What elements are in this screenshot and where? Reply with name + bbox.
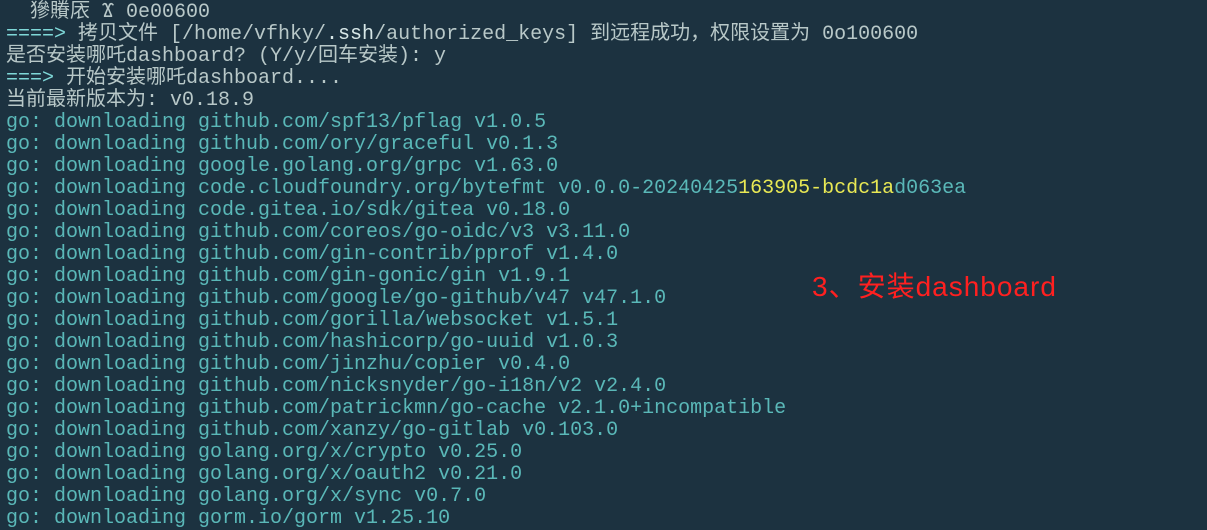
terminal-line: go: downloading github.com/ory/graceful … <box>6 134 1201 156</box>
annotation-label: 3、安装dashboard <box>812 272 1057 303</box>
terminal-text-segment: 当前最新版本为: v0.18.9 <box>6 89 254 112</box>
terminal-text-segment: go: downloading code.cloudfoundry.org/by… <box>6 177 738 200</box>
terminal-text-segment: go: downloading google.golang.org/grpc v… <box>6 155 558 178</box>
terminal-text-segment: go: downloading github.com/gorilla/webso… <box>6 309 618 332</box>
terminal-text-segment: go: downloading github.com/ory/graceful … <box>6 133 558 156</box>
terminal-line: ====> 拷贝文件 [/home/vfhky/.ssh/authorized_… <box>6 24 1201 46</box>
terminal-text-segment: go: downloading golang.org/x/sync v0.7.0 <box>6 485 486 508</box>
terminal-line: go: downloading code.cloudfoundry.org/by… <box>6 178 1201 200</box>
terminal-text-segment: ===> <box>6 67 66 90</box>
terminal-line: go: downloading code.gitea.io/sdk/gitea … <box>6 200 1201 222</box>
terminal-text-segment: go: downloading github.com/spf13/pflag v… <box>6 111 546 134</box>
terminal-line: go: downloading github.com/patrickmn/go-… <box>6 398 1201 420</box>
terminal-line: go: downloading github.com/nicksnyder/go… <box>6 376 1201 398</box>
terminal-text-segment: ====> <box>6 23 78 46</box>
terminal-text-segment: 开始安装哪吒dashboard.... <box>66 67 342 90</box>
terminal-text-segment: go: downloading github.com/xanzy/go-gitl… <box>6 419 618 442</box>
terminal-text-segment: go: downloading github.com/google/go-git… <box>6 287 666 310</box>
terminal-line: go: downloading github.com/hashicorp/go-… <box>6 332 1201 354</box>
terminal-text-segment: 是否安装哪吒dashboard? (Y/y/回车安装): y <box>6 45 446 68</box>
terminal-text-segment: go: downloading github.com/coreos/go-oid… <box>6 221 630 244</box>
terminal-text-segment: go: downloading github.com/hashicorp/go-… <box>6 331 618 354</box>
terminal-text-segment: d063ea <box>894 177 966 200</box>
terminal-text-segment <box>6 1 30 24</box>
terminal-text-segment: go: downloading golang.org/x/oauth2 v0.2… <box>6 463 522 486</box>
terminal-line: go: downloading golang.org/x/sync v0.7.0 <box>6 486 1201 508</box>
terminal-line: 当前最新版本为: v0.18.9 <box>6 90 1201 112</box>
terminal-text-segment: go: downloading github.com/gin-gonic/gin… <box>6 265 570 288</box>
terminal-text-segment: go: downloading github.com/jinzhu/copier… <box>6 353 570 376</box>
terminal-line: go: downloading github.com/xanzy/go-gitl… <box>6 420 1201 442</box>
terminal-line: go: downloading github.com/gin-contrib/p… <box>6 244 1201 266</box>
terminal-line: go: downloading gorm.io/gorm v1.25.10 <box>6 508 1201 530</box>
terminal-text-segment: 㺑䞉㕈 Ϫ 0e00600 <box>30 1 210 24</box>
terminal-line: go: downloading github.com/gorilla/webso… <box>6 310 1201 332</box>
terminal-text-segment: go: downloading code.gitea.io/sdk/gitea … <box>6 199 570 222</box>
terminal-line: go: downloading google.golang.org/grpc v… <box>6 156 1201 178</box>
terminal-line: 是否安装哪吒dashboard? (Y/y/回车安装): y <box>6 46 1201 68</box>
terminal-output: 㺑䞉㕈 Ϫ 0e00600====> 拷贝文件 [/home/vfhky/.ss… <box>6 2 1201 530</box>
terminal-text-segment: go: downloading github.com/gin-contrib/p… <box>6 243 618 266</box>
terminal-text-segment: go: downloading github.com/patrickmn/go-… <box>6 397 786 420</box>
terminal-line: go: downloading golang.org/x/crypto v0.2… <box>6 442 1201 464</box>
terminal-line: 㺑䞉㕈 Ϫ 0e00600 <box>6 2 1201 24</box>
terminal-text-segment: go: downloading github.com/nicksnyder/go… <box>6 375 666 398</box>
terminal-line: go: downloading github.com/coreos/go-oid… <box>6 222 1201 244</box>
terminal-text-segment: 163905-bcdc1a <box>738 177 894 200</box>
terminal-line: go: downloading github.com/spf13/pflag v… <box>6 112 1201 134</box>
terminal-text-segment: go: downloading gorm.io/gorm v1.25.10 <box>6 507 450 530</box>
terminal-line: go: downloading golang.org/x/oauth2 v0.2… <box>6 464 1201 486</box>
terminal-text-segment: go: downloading golang.org/x/crypto v0.2… <box>6 441 522 464</box>
terminal-text-segment: /authorized_keys] 到远程成功，权限设置为 0o100600 <box>374 23 918 46</box>
terminal-line: ===> 开始安装哪吒dashboard.... <box>6 68 1201 90</box>
terminal-text-segment: 拷贝文件 [/home/vfhky/ <box>78 23 326 46</box>
terminal-text-segment: .ssh <box>326 23 374 46</box>
terminal-line: go: downloading github.com/jinzhu/copier… <box>6 354 1201 376</box>
